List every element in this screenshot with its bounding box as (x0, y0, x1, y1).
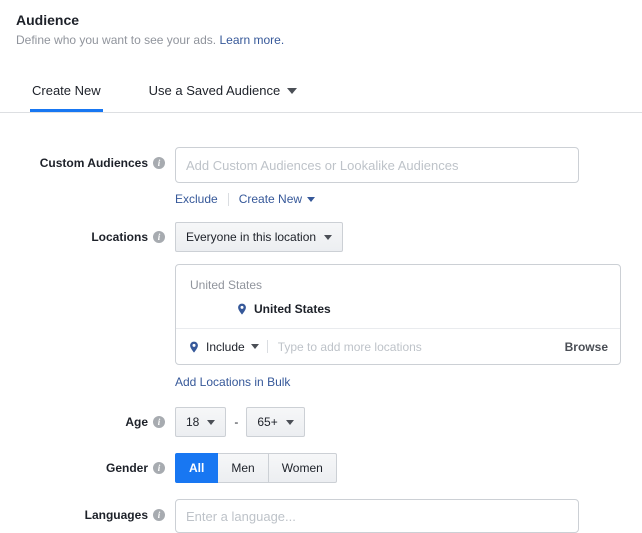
chevron-down-icon (307, 196, 316, 202)
gender-women-button[interactable]: Women (267, 453, 337, 483)
add-locations-bulk-link[interactable]: Add Locations in Bulk (175, 375, 290, 389)
subtitle-text: Define who you want to see your ads. (16, 33, 217, 47)
tab-saved-audience-label: Use a Saved Audience (148, 83, 281, 98)
age-min-dropdown[interactable]: 18 (175, 407, 227, 437)
custom-audiences-label: Custom Audiences (39, 156, 148, 170)
location-add-row: Include Browse (176, 328, 620, 364)
location-pin-icon (190, 341, 198, 353)
section-header: Audience Define who you want to see your… (0, 0, 642, 47)
gender-segmented-control: All Men Women (175, 453, 337, 483)
audience-form: Custom Audiences Exclude Create New Loca… (0, 147, 642, 533)
chevron-down-icon (207, 419, 216, 425)
chevron-down-icon (285, 419, 294, 425)
info-icon[interactable] (153, 416, 165, 428)
age-max-dropdown[interactable]: 65+ (246, 407, 305, 437)
age-label: Age (125, 415, 148, 429)
languages-input[interactable] (175, 499, 579, 533)
gender-row: Gender All Men Women (0, 453, 642, 483)
age-range-separator: - (234, 415, 239, 429)
tab-saved-audience[interactable]: Use a Saved Audience (147, 83, 300, 112)
create-new-link[interactable]: Create New (238, 192, 316, 206)
gender-label: Gender (105, 461, 148, 475)
locations-row: Locations Everyone in this location Unit… (0, 222, 642, 391)
locations-label: Locations (91, 230, 148, 244)
gender-men-button[interactable]: Men (217, 453, 269, 483)
info-icon[interactable] (153, 231, 165, 243)
location-search-input[interactable] (275, 338, 551, 355)
chevron-down-icon (250, 344, 259, 349)
page-title: Audience (16, 12, 80, 28)
custom-audiences-row: Custom Audiences Exclude Create New (0, 147, 642, 206)
languages-row: Languages (0, 499, 642, 533)
custom-audiences-input[interactable] (175, 147, 579, 183)
selected-locations-list: United States United States (176, 265, 620, 328)
include-dropdown-label: Include (206, 339, 245, 354)
location-group-header: United States (190, 278, 263, 292)
age-max-value: 65+ (257, 415, 278, 429)
locations-box: United States United States Include Type… (175, 264, 621, 365)
audience-tabs: Create New Use a Saved Audience (0, 83, 642, 113)
age-row: Age 18 - 65+ (0, 407, 642, 437)
chevron-down-icon (324, 234, 333, 240)
browse-button[interactable]: Browse (559, 340, 608, 354)
tab-create-new[interactable]: Create New (30, 83, 103, 112)
location-scope-dropdown[interactable]: Everyone in this location (175, 222, 344, 252)
selected-location-item[interactable]: United States (176, 300, 620, 318)
exclude-link[interactable]: Exclude (175, 192, 218, 206)
info-icon[interactable] (153, 509, 165, 521)
audience-section: Audience Define who you want to see your… (0, 0, 642, 533)
info-icon[interactable] (153, 157, 165, 169)
location-scope-label: Everyone in this location (186, 230, 317, 244)
info-icon[interactable] (153, 462, 165, 474)
gender-all-button[interactable]: All (175, 453, 219, 483)
create-new-link-label: Create New (238, 192, 303, 206)
learn-more-link[interactable]: Learn more. (219, 33, 284, 47)
age-min-value: 18 (186, 415, 200, 429)
divider (227, 192, 229, 206)
divider (266, 340, 268, 353)
chevron-down-icon (287, 87, 298, 94)
selected-location-name: United States (254, 302, 331, 316)
location-pin-icon (238, 303, 246, 315)
tab-create-new-label: Create New (32, 83, 101, 98)
include-dropdown[interactable]: Include (188, 340, 259, 354)
